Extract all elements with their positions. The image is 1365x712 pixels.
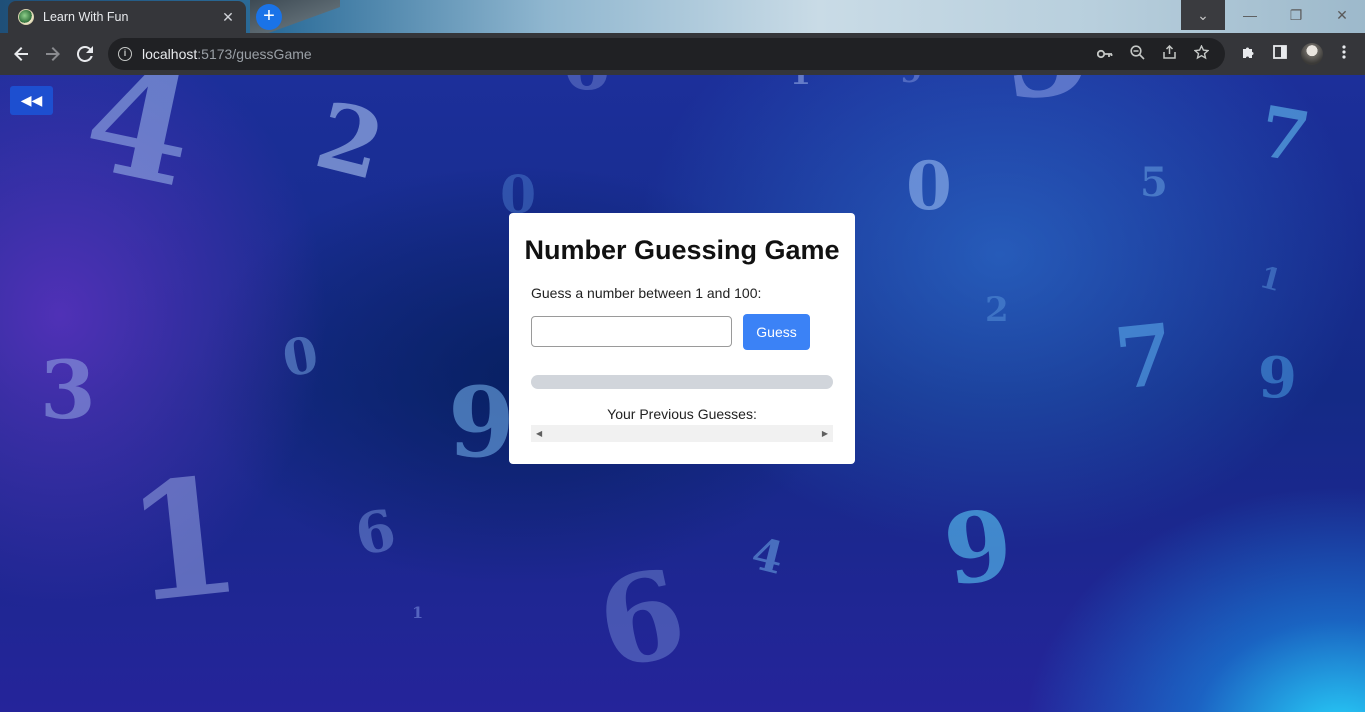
- bg-digit: 4: [746, 528, 789, 585]
- address-bar[interactable]: i localhost:5173/guessGame: [108, 38, 1225, 70]
- kebab-menu-icon[interactable]: [1328, 45, 1360, 63]
- restore-button[interactable]: ❐: [1273, 0, 1319, 30]
- bg-digit: 3: [40, 343, 96, 437]
- scroll-right-icon[interactable]: ▶: [822, 429, 828, 438]
- bg-digit: 1: [412, 603, 424, 622]
- browser-toolbar: i localhost:5173/guessGame: [0, 33, 1365, 75]
- bg-digit: 6: [349, 496, 402, 570]
- tab-close-icon[interactable]: ✕: [220, 9, 236, 26]
- bg-digit: 0: [278, 324, 323, 389]
- url-text: localhost:5173/guessGame: [142, 46, 312, 62]
- profile-avatar[interactable]: [1296, 43, 1328, 65]
- close-window-button[interactable]: ✕: [1319, 0, 1365, 30]
- window-controls: ⌄ — ❐ ✕: [1181, 0, 1365, 30]
- bg-digit: 9: [937, 486, 1020, 609]
- page-background: 4 2 3 0 9 1 6 1 6 4 0 5 7 1 2 7 9 9 6 0 …: [0, 75, 1365, 712]
- bg-digit: 6: [562, 75, 611, 100]
- browser-tab-strip: Learn With Fun ✕ + ⌄ — ❐ ✕: [0, 0, 1365, 33]
- tab-search-dropdown-icon[interactable]: ⌄: [1181, 0, 1225, 30]
- bg-digit: 7: [1109, 304, 1179, 409]
- back-button[interactable]: ◀◀: [10, 86, 53, 115]
- tab-title: Learn With Fun: [43, 10, 129, 24]
- bg-digit: 5: [990, 75, 1101, 132]
- share-icon[interactable]: [1153, 44, 1185, 64]
- new-tab-button[interactable]: +: [256, 4, 282, 30]
- back-arrow-icon[interactable]: [5, 38, 37, 70]
- scroll-left-icon[interactable]: ◀: [536, 429, 542, 438]
- reload-icon[interactable]: [69, 38, 101, 70]
- minimize-button[interactable]: —: [1227, 0, 1273, 30]
- browser-tab-active[interactable]: Learn With Fun ✕: [8, 1, 246, 33]
- bookmark-star-icon[interactable]: [1185, 43, 1217, 64]
- previous-guesses-label: Your Previous Guesses:: [607, 406, 757, 422]
- guess-input[interactable]: [531, 316, 732, 347]
- bg-digit: 0: [906, 147, 952, 225]
- bg-digit: 1: [790, 75, 811, 90]
- bg-digit: 2: [305, 80, 395, 202]
- bg-digit: 9: [448, 366, 515, 479]
- site-info-icon[interactable]: i: [118, 47, 132, 61]
- guess-game-card: Number Guessing Game Guess a number betw…: [509, 213, 855, 464]
- bg-digit: 2: [985, 290, 1009, 330]
- bg-digit: 9: [1258, 345, 1297, 411]
- bg-digit: 9: [900, 75, 922, 87]
- bg-digit: 1: [1255, 259, 1286, 300]
- bg-digit: 6: [586, 541, 698, 698]
- bg-digit: 7: [1253, 89, 1316, 180]
- side-panel-icon[interactable]: [1264, 45, 1296, 63]
- bg-digit: 5: [1140, 159, 1168, 206]
- site-favicon-icon: [18, 9, 34, 25]
- bg-digit: 4: [70, 75, 210, 222]
- page-title: Number Guessing Game: [524, 235, 840, 265]
- extensions-puzzle-icon[interactable]: [1232, 45, 1264, 64]
- bg-digit: 1: [118, 440, 249, 640]
- password-key-icon[interactable]: [1089, 46, 1121, 63]
- previous-guesses-scrollbar[interactable]: ◀ ▶: [531, 425, 833, 442]
- guess-button[interactable]: Guess: [743, 314, 810, 350]
- forward-arrow-icon[interactable]: [37, 38, 69, 70]
- progress-bar: [531, 375, 833, 389]
- toolbar-right-icons: [1232, 33, 1360, 75]
- zoom-out-icon[interactable]: [1121, 44, 1153, 64]
- guess-prompt: Guess a number between 1 and 100:: [531, 285, 762, 301]
